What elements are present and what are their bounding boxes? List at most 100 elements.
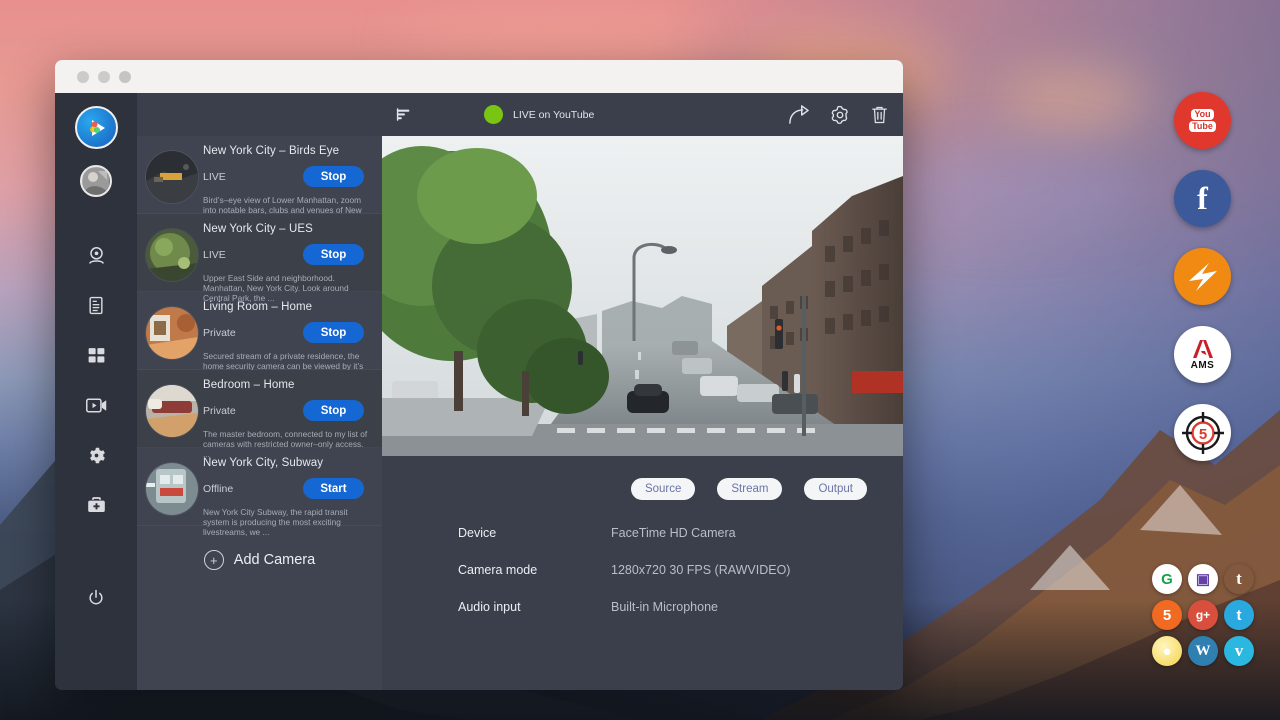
camera-list-panel: New York City – Birds Eye LIVE Stop Bird… (137, 93, 382, 690)
live-status-label: LIVE on YouTube (513, 109, 594, 121)
info-value[interactable]: 1280x720 30 FPS (RAWVIDEO) (611, 563, 790, 577)
twitter-icon[interactable]: t (1224, 600, 1254, 630)
trash-icon[interactable] (870, 105, 889, 125)
camera-thumbnail (146, 151, 198, 203)
sidebar-item-cameras[interactable] (74, 239, 118, 271)
camera-action-button[interactable]: Stop (303, 322, 364, 343)
camera-description: New York City Subway, the rapid transit … (203, 507, 370, 537)
equalizer-icon[interactable] (396, 107, 412, 123)
camera-thumbnail (146, 463, 198, 515)
sidebar-item-broadcast[interactable] (74, 389, 118, 421)
info-value[interactable]: FaceTime HD Camera (611, 526, 736, 540)
camera-action-button[interactable]: Start (303, 478, 364, 499)
winamp-desktop-icon[interactable] (1174, 248, 1231, 305)
camera-title: New York City – Birds Eye (203, 145, 370, 157)
window-minimize-button[interactable] (98, 71, 110, 83)
sidebar-item-logs[interactable] (74, 289, 118, 321)
shopify-icon[interactable]: 5 (1152, 600, 1182, 630)
vimeo-glyph: v (1235, 641, 1244, 661)
channel-5-desktop-icon[interactable]: 5 (1174, 404, 1231, 461)
table-row[interactable]: New York City, Subway Offline Start New … (137, 448, 382, 526)
facebook-glyph: f (1197, 180, 1208, 217)
share-glyph (788, 105, 810, 125)
live-indicator-dot (484, 105, 503, 124)
camera-title: Bedroom – Home (203, 379, 370, 391)
user-avatar[interactable] (80, 165, 112, 197)
toolbar-actions (788, 105, 889, 125)
tab-stream[interactable]: Stream (717, 478, 782, 500)
info-key: Device (458, 526, 611, 540)
toolbox-icon (86, 495, 107, 515)
tab-output[interactable]: Output (804, 478, 867, 500)
camera-thumbnail (146, 229, 198, 281)
camera-status: Private (203, 327, 303, 339)
gear-icon[interactable] (830, 105, 850, 125)
flickr-icon[interactable]: ● (1152, 636, 1182, 666)
adobe-ams-desktop-icon[interactable]: AMS (1174, 326, 1231, 383)
camera-action-button[interactable]: Stop (303, 166, 364, 187)
info-key: Audio input (458, 600, 611, 614)
camera-thumbnail (146, 385, 198, 437)
youtube-desktop-icon[interactable]: You Tube (1174, 92, 1231, 149)
play-logo-icon (83, 115, 109, 141)
sidebar (55, 93, 137, 690)
flickr-glyph: ● (1162, 643, 1171, 660)
window-close-button[interactable] (77, 71, 89, 83)
table-row[interactable]: New York City – Birds Eye LIVE Stop Bird… (137, 136, 382, 214)
camera-status: Offline (203, 483, 303, 495)
app-window: New York City – Birds Eye LIVE Stop Bird… (55, 60, 903, 690)
sidebar-item-settings[interactable] (74, 439, 118, 471)
share-arrow-icon[interactable] (788, 105, 810, 125)
webcam-icon (86, 245, 107, 266)
target-5-icon: 5 (1179, 409, 1227, 457)
google-plus-icon[interactable]: g+ (1188, 600, 1218, 630)
table-row[interactable]: New York City – UES LIVE Stop Upper East… (137, 214, 382, 292)
grammarly-icon[interactable]: G (1152, 564, 1182, 594)
grammarly-glyph: G (1161, 571, 1173, 588)
info-value[interactable]: Built-in Microphone (611, 600, 718, 614)
twitch-icon[interactable]: ▣ (1188, 564, 1218, 594)
camera-action-button[interactable]: Stop (303, 400, 364, 421)
power-button[interactable] (74, 582, 118, 614)
add-camera-label: Add Camera (234, 552, 315, 568)
tumblr-glyph: t (1236, 569, 1242, 589)
table-row[interactable]: Living Room – Home Private Stop Secured … (137, 292, 382, 370)
info-key: Camera mode (458, 563, 611, 577)
sidebar-item-dashboard[interactable] (74, 339, 118, 371)
facebook-desktop-icon[interactable]: f (1174, 170, 1231, 227)
video-player-icon (85, 395, 108, 416)
tumblr-icon[interactable]: t (1224, 564, 1254, 594)
camera-list-header (137, 93, 382, 136)
desktop-social-icons: G ▣ t 5 g+ t ● W v (1152, 564, 1262, 666)
desktop-dock: You Tube f AMS 5 (1174, 92, 1234, 482)
lightning-icon (1183, 257, 1223, 297)
app-logo[interactable] (75, 106, 118, 149)
thumbnail-bedroom (146, 385, 198, 437)
tab-source[interactable]: Source (631, 478, 695, 500)
gplus-glyph: g+ (1196, 608, 1210, 622)
mode-tabs: Source Stream Output (382, 456, 903, 500)
main-toolbar: LIVE on YouTube (382, 93, 903, 136)
thumbnail-birds-eye (146, 151, 198, 203)
wordpress-glyph: W (1196, 643, 1211, 660)
video-preview[interactable] (382, 136, 903, 456)
camera-thumbnail (146, 307, 198, 359)
ams-label: AMS (1191, 360, 1215, 371)
thumbnail-living-room (146, 307, 198, 359)
video-frame (382, 136, 903, 456)
youtube-label-bottom: Tube (1189, 121, 1216, 132)
table-row[interactable]: Bedroom – Home Private Stop The master b… (137, 370, 382, 448)
info-row-camera-mode: Camera mode 1280x720 30 FPS (RAWVIDEO) (458, 563, 903, 577)
equalizer-glyph (396, 107, 412, 123)
camera-title: New York City, Subway (203, 457, 370, 469)
wordpress-icon[interactable]: W (1188, 636, 1218, 666)
sidebar-item-tools[interactable] (74, 489, 118, 521)
camera-list[interactable]: New York City – Birds Eye LIVE Stop Bird… (137, 136, 382, 690)
vimeo-icon[interactable]: v (1224, 636, 1254, 666)
camera-action-button[interactable]: Stop (303, 244, 364, 265)
power-icon (86, 588, 106, 608)
thumbnail-subway (146, 463, 198, 515)
window-maximize-button[interactable] (119, 71, 131, 83)
camera-status: LIVE (203, 249, 303, 261)
svg-text:5: 5 (1198, 426, 1206, 443)
